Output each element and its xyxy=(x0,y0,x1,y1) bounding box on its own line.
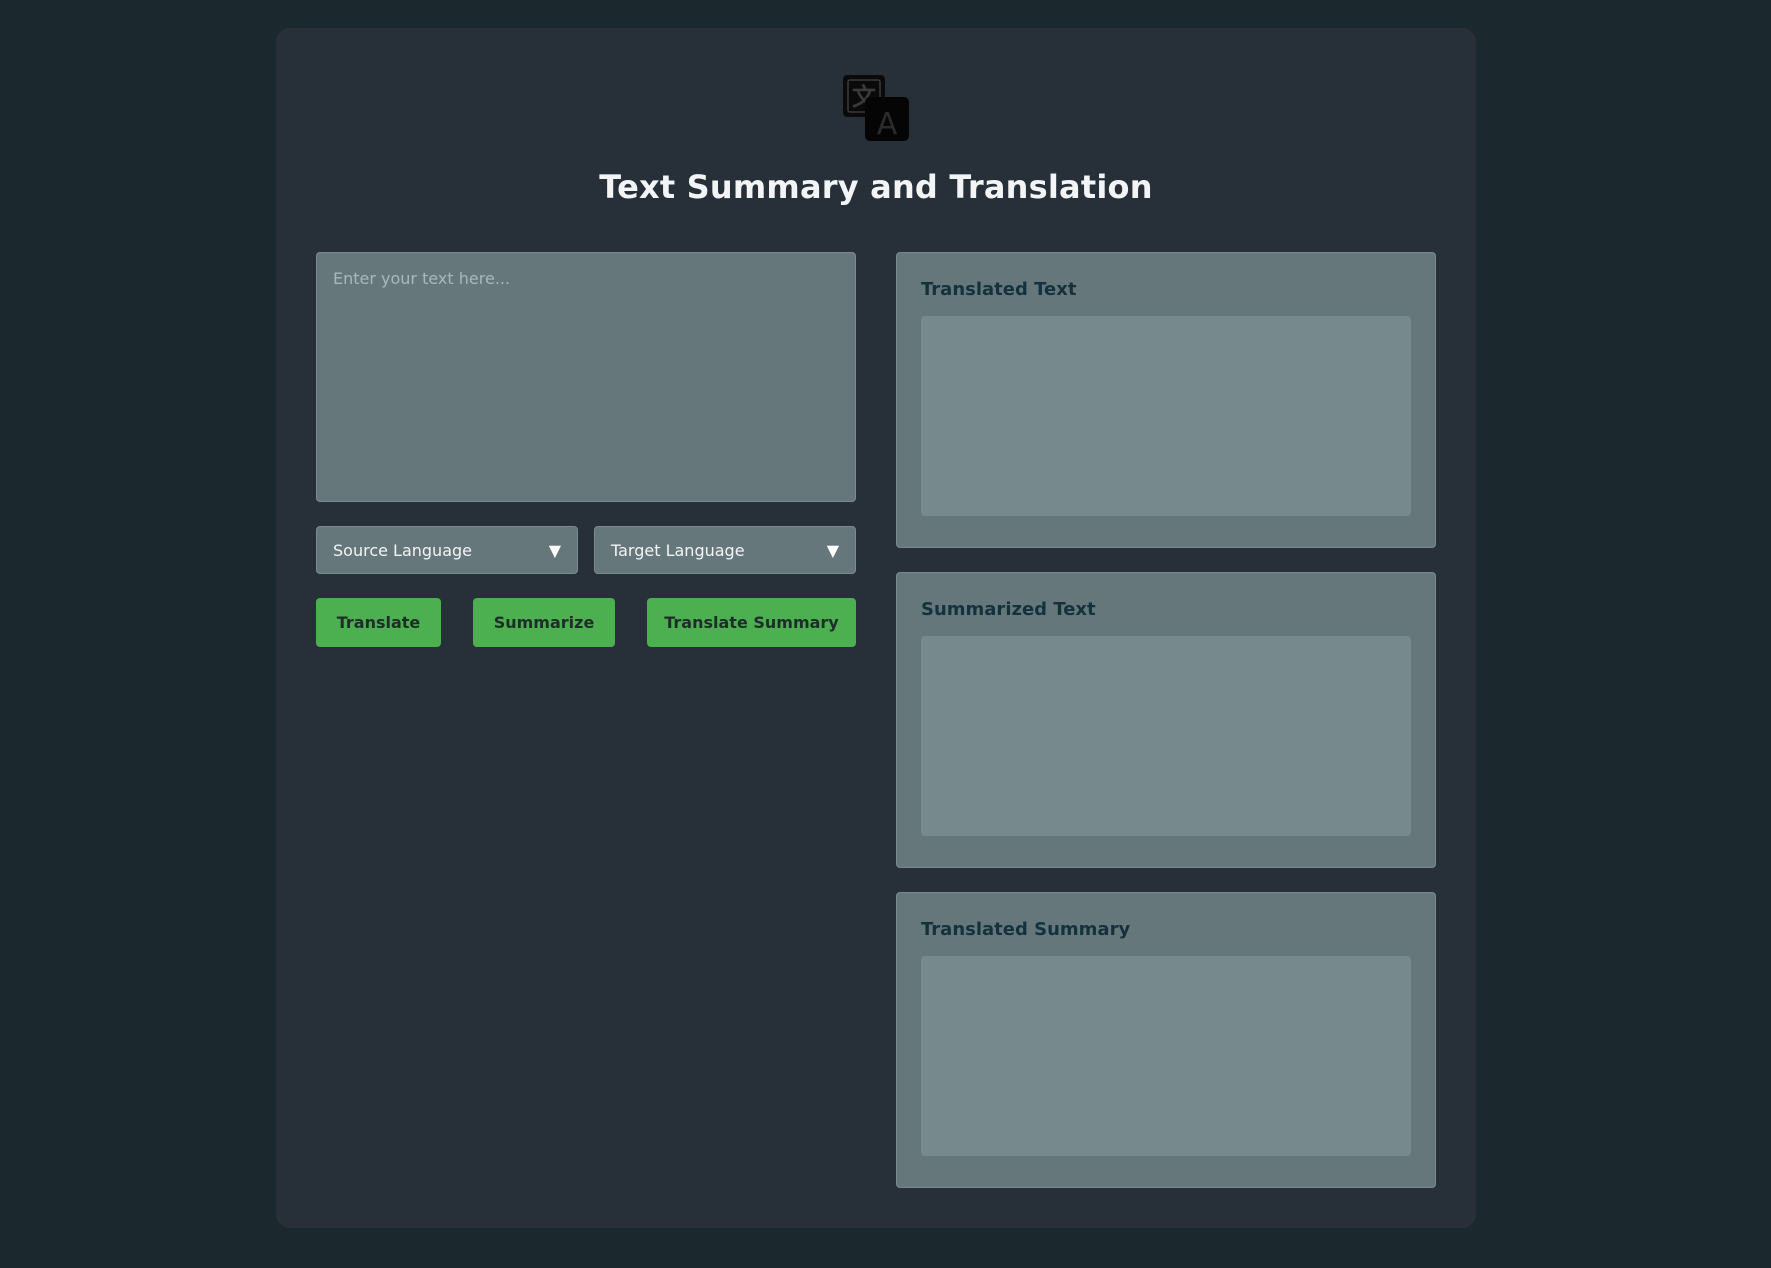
translated-summary-panel: Translated Summary xyxy=(896,892,1436,1188)
page-title: Text Summary and Translation xyxy=(599,168,1153,206)
target-language-select[interactable]: Target Language ▼ xyxy=(594,526,856,574)
summarized-text-panel: Summarized Text xyxy=(896,572,1436,868)
source-language-label: Source Language xyxy=(333,540,472,560)
summarized-text-output xyxy=(921,636,1411,836)
summarized-text-label: Summarized Text xyxy=(921,599,1096,620)
translated-text-output xyxy=(921,316,1411,516)
action-buttons: Translate Summarize Translate Summary xyxy=(316,598,856,648)
translated-text-label: Translated Text xyxy=(921,279,1077,300)
translated-text-panel: Translated Text xyxy=(896,252,1436,548)
translate-icon: 文 A xyxy=(843,75,909,142)
source-language-select[interactable]: Source Language ▼ xyxy=(316,526,578,574)
target-language-label: Target Language xyxy=(611,540,745,560)
translate-summary-button[interactable]: Translate Summary xyxy=(647,598,856,647)
text-input[interactable] xyxy=(316,252,856,502)
language-selectors: Source Language ▼ Target Language ▼ xyxy=(316,526,856,574)
translate-button[interactable]: Translate xyxy=(316,598,441,647)
input-column: Source Language ▼ Target Language ▼ Tran… xyxy=(316,252,856,647)
svg-text:A: A xyxy=(877,107,898,142)
translated-summary-label: Translated Summary xyxy=(921,919,1131,940)
translated-summary-output xyxy=(921,956,1411,1156)
chevron-down-icon: ▼ xyxy=(826,540,839,560)
summarize-button[interactable]: Summarize xyxy=(473,598,615,647)
app-card: 文 A Text Summary and Translation Source … xyxy=(276,28,1476,1228)
chevron-down-icon: ▼ xyxy=(548,540,561,560)
